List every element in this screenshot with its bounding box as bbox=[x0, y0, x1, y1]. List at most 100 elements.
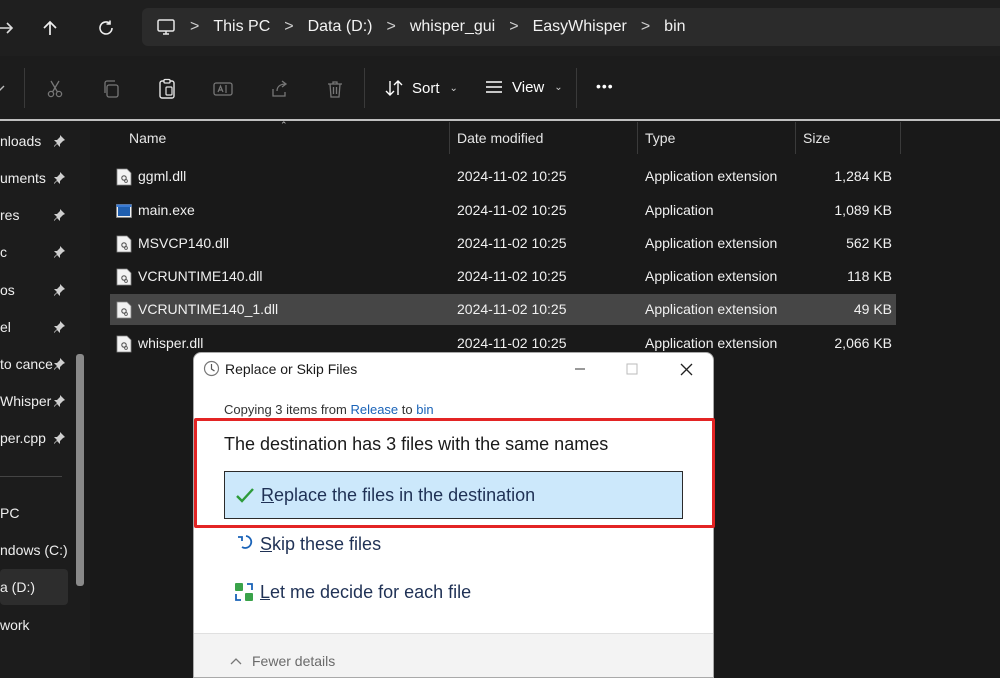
dialog-titlebar[interactable]: Replace or Skip Files bbox=[194, 353, 713, 385]
pin-icon[interactable] bbox=[52, 431, 66, 445]
file-row[interactable]: ggml.dll 2024-11-02 10:25 Application ex… bbox=[110, 161, 896, 192]
up-arrow-icon bbox=[43, 20, 57, 35]
file-row[interactable]: MSVCP140.dll 2024-11-02 10:25 Applicatio… bbox=[110, 228, 896, 259]
sort-label: Sort bbox=[412, 79, 440, 97]
quick-access-downloads[interactable]: nloads bbox=[0, 126, 72, 156]
copy-status-text: Copying 3 items from bbox=[224, 402, 347, 417]
quick-access-music[interactable]: c bbox=[0, 237, 72, 267]
toolbar-divider bbox=[576, 68, 577, 108]
quick-access-documents[interactable]: uments bbox=[0, 163, 72, 193]
quick-access-folder[interactable]: to cance bbox=[0, 349, 72, 379]
chevron-right-icon[interactable]: > bbox=[509, 18, 518, 36]
sort-button[interactable]: Sort ⌄ bbox=[384, 78, 458, 98]
nav-network[interactable]: work bbox=[0, 610, 72, 640]
quick-access-excel[interactable]: el bbox=[0, 312, 72, 342]
clock-icon bbox=[203, 360, 220, 377]
minimize-button[interactable] bbox=[560, 357, 600, 381]
chevron-down-icon: ⌄ bbox=[554, 81, 563, 93]
pin-icon[interactable] bbox=[52, 357, 66, 371]
more-options-button[interactable]: ••• bbox=[596, 78, 614, 94]
scissors-icon bbox=[47, 80, 63, 98]
nav-windows-drive[interactable]: ndows (C:) bbox=[0, 535, 72, 565]
fewer-details-button[interactable]: Fewer details bbox=[230, 653, 335, 669]
pin-icon[interactable] bbox=[52, 134, 66, 148]
pin-icon[interactable] bbox=[52, 320, 66, 334]
replace-or-skip-dialog: Replace or Skip Files Copying 3 items fr… bbox=[193, 352, 714, 678]
quick-access-whisper[interactable]: Whisper bbox=[0, 386, 72, 416]
close-button[interactable] bbox=[666, 357, 706, 381]
column-divider[interactable] bbox=[795, 122, 796, 154]
quick-access-pictures[interactable]: res bbox=[0, 200, 72, 230]
skip-files-option[interactable]: Skip these files bbox=[234, 533, 381, 555]
file-name: ggml.dll bbox=[138, 168, 187, 184]
breadcrumb-whisper-gui[interactable]: whisper_gui bbox=[410, 18, 495, 36]
refresh-button[interactable] bbox=[90, 12, 122, 44]
file-name: VCRUNTIME140_1.dll bbox=[138, 301, 279, 317]
source-folder-link[interactable]: Release bbox=[350, 402, 398, 417]
file-date: 2024-11-02 10:25 bbox=[457, 168, 567, 184]
paste-button[interactable] bbox=[154, 76, 180, 102]
file-size: 1,089 KB bbox=[834, 202, 892, 218]
chevron-right-icon[interactable]: > bbox=[641, 18, 650, 36]
file-size: 1,284 KB bbox=[834, 168, 892, 184]
maximize-button[interactable] bbox=[612, 357, 652, 381]
chevron-up-icon bbox=[230, 658, 242, 665]
conflict-message: The destination has 3 files with the sam… bbox=[224, 434, 609, 454]
delete-button[interactable] bbox=[322, 76, 348, 102]
column-divider[interactable] bbox=[637, 122, 638, 154]
skip-files-label: Skip these files bbox=[260, 533, 382, 554]
address-bar[interactable]: > This PC > Data (D:) > whisper_gui > Ea… bbox=[142, 8, 1000, 46]
pin-icon[interactable] bbox=[52, 283, 66, 297]
file-date: 2024-11-02 10:25 bbox=[457, 268, 567, 284]
column-header-date[interactable]: Date modified bbox=[457, 130, 543, 146]
file-row[interactable]: VCRUNTIME140.dll 2024-11-02 10:25 Applic… bbox=[110, 261, 896, 292]
chevron-down-icon[interactable] bbox=[0, 80, 6, 96]
view-button[interactable]: View ⌄ bbox=[484, 78, 563, 96]
up-button[interactable] bbox=[34, 12, 66, 44]
forward-arrow-icon bbox=[0, 22, 14, 34]
column-header-size[interactable]: Size bbox=[803, 130, 830, 146]
quick-access-whisper-cpp[interactable]: per.cpp bbox=[0, 423, 72, 453]
sidebar-scrollbar[interactable] bbox=[76, 354, 84, 586]
pin-icon[interactable] bbox=[52, 394, 66, 408]
breadcrumb-bin[interactable]: bin bbox=[664, 18, 685, 36]
nav-this-pc[interactable]: PC bbox=[0, 498, 72, 528]
rename-button[interactable] bbox=[210, 76, 236, 102]
breadcrumb-easywhisper[interactable]: EasyWhisper bbox=[533, 18, 627, 36]
dialog-title: Replace or Skip Files bbox=[225, 361, 358, 377]
nav-data-drive[interactable]: a (D:) bbox=[0, 572, 72, 602]
nav-divider bbox=[0, 476, 62, 477]
replace-files-option[interactable]: Replace the files in the destination bbox=[224, 471, 683, 519]
breadcrumb-data-drive[interactable]: Data (D:) bbox=[308, 18, 373, 36]
chevron-right-icon[interactable]: > bbox=[387, 18, 396, 36]
close-icon bbox=[680, 363, 692, 375]
breadcrumb-this-pc[interactable]: This PC bbox=[213, 18, 270, 36]
column-divider[interactable] bbox=[449, 122, 450, 154]
pin-icon[interactable] bbox=[52, 208, 66, 222]
refresh-icon bbox=[99, 20, 113, 35]
quick-access-videos[interactable]: os bbox=[0, 275, 72, 305]
decide-each-file-label: Let me decide for each file bbox=[260, 581, 472, 602]
fewer-details-label: Fewer details bbox=[252, 653, 336, 669]
copy-button[interactable] bbox=[98, 76, 124, 102]
pin-icon[interactable] bbox=[52, 245, 66, 259]
column-divider[interactable] bbox=[900, 122, 901, 154]
share-button[interactable] bbox=[266, 76, 292, 102]
file-type: Application extension bbox=[645, 168, 778, 184]
column-header-name[interactable]: Name bbox=[129, 130, 166, 146]
cut-button[interactable] bbox=[42, 76, 68, 102]
file-row-selected[interactable]: VCRUNTIME140_1.dll 2024-11-02 10:25 Appl… bbox=[110, 294, 896, 325]
rename-icon bbox=[213, 82, 233, 96]
clipboard-icon bbox=[159, 78, 175, 99]
copy-icon bbox=[104, 80, 119, 98]
column-header-type[interactable]: Type bbox=[645, 130, 675, 146]
nav-item-label: c bbox=[0, 244, 7, 260]
file-row[interactable]: main.exe 2024-11-02 10:25 Application 1,… bbox=[110, 195, 896, 226]
file-name: MSVCP140.dll bbox=[138, 235, 230, 251]
chevron-right-icon[interactable]: > bbox=[284, 18, 293, 36]
forward-button[interactable] bbox=[0, 12, 22, 44]
toolbar-divider bbox=[24, 68, 25, 108]
pin-icon[interactable] bbox=[52, 171, 66, 185]
destination-folder-link[interactable]: bin bbox=[416, 402, 433, 417]
decide-each-file-option[interactable]: Let me decide for each file bbox=[234, 581, 471, 603]
